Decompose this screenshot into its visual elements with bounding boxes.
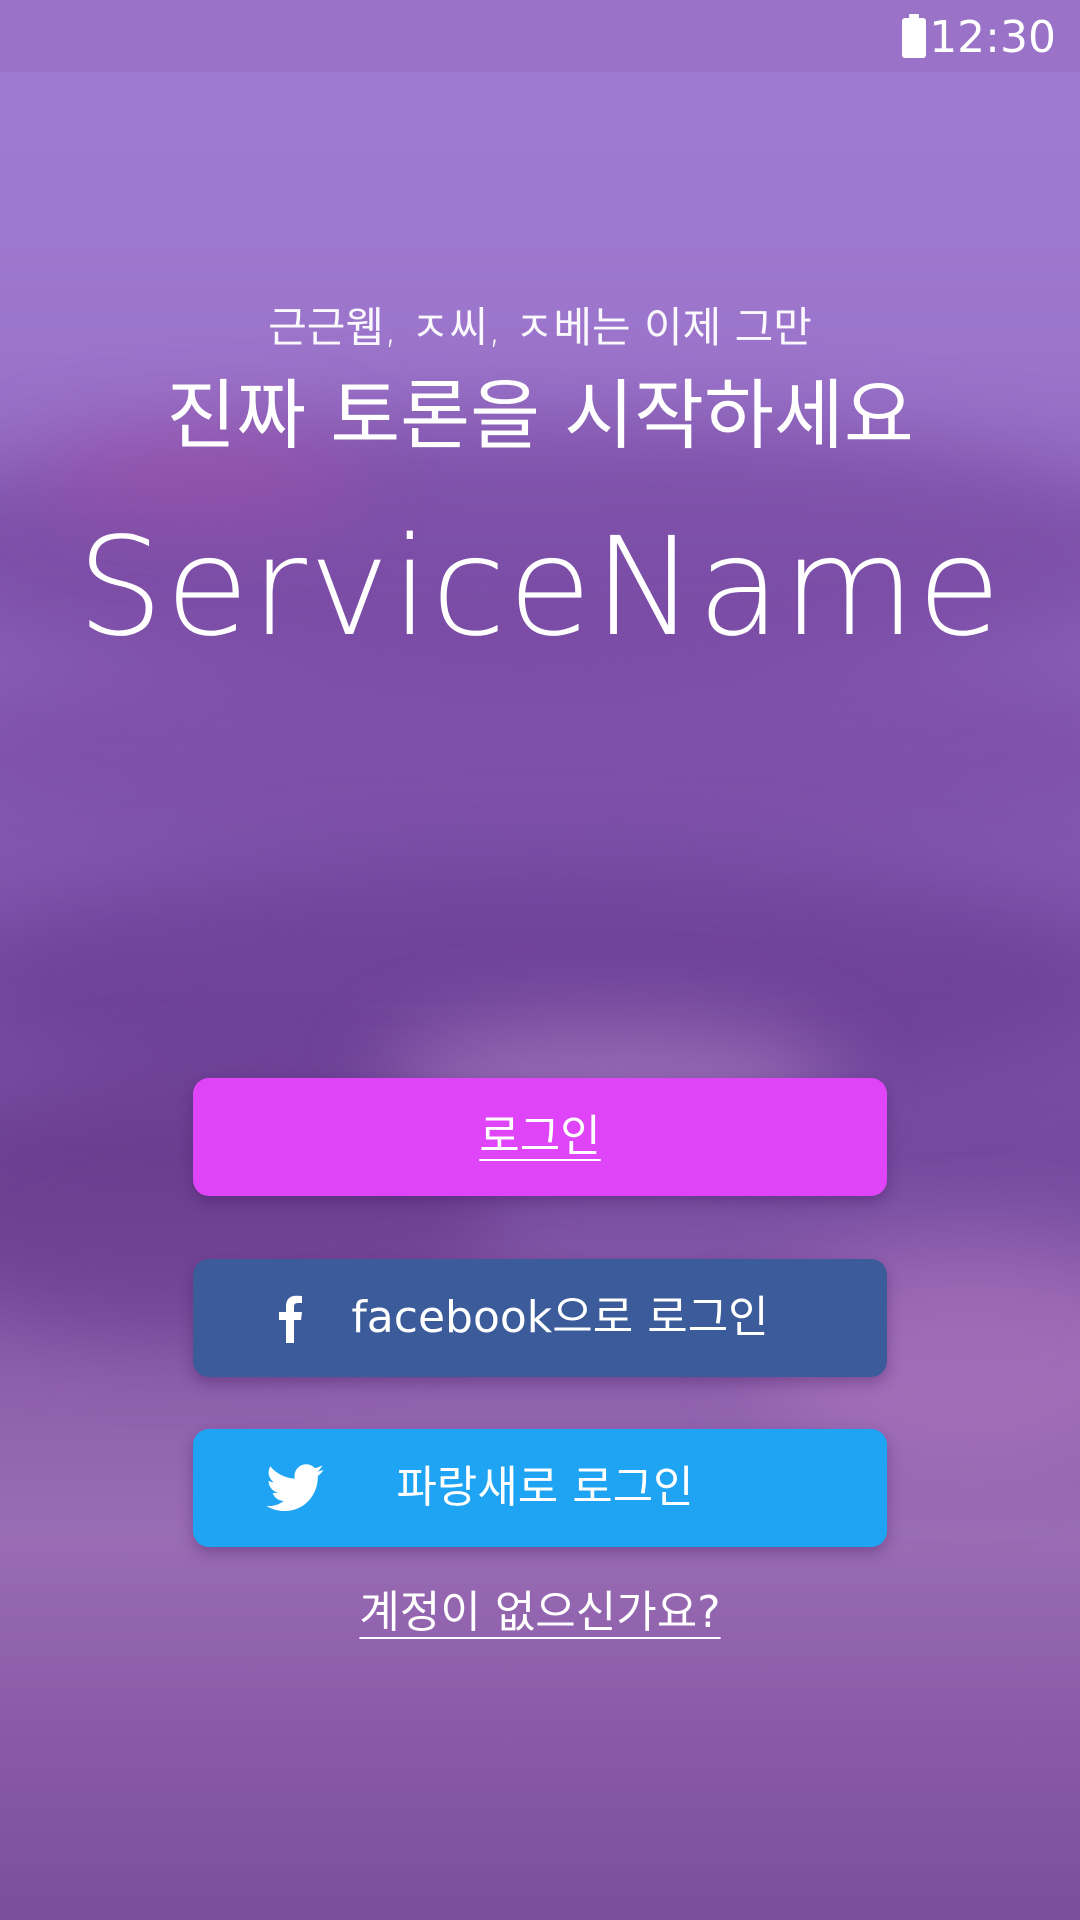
battery-icon [902,14,926,58]
service-name-logo: ServiceName [77,509,1003,667]
facebook-login-label: facebook으로 로그인 [351,1292,769,1343]
status-clock: 12:30 [929,12,1056,63]
status-bar: 12:30 [0,0,1080,72]
facebook-icon [273,1259,307,1377]
tagline-headline: 진짜 토론을 시작하세요 [166,371,914,460]
facebook-login-button[interactable]: facebook으로 로그인 [193,1259,887,1377]
signup-link-container: 계정이 없으신가요? [0,1585,1080,1641]
login-button-label: 로그인 [479,1111,601,1162]
tagline-subtitle: 근근웹, ㅈ씨, ㅈ베는 이제 그만 [268,303,812,352]
twitter-login-label: 파랑새로 로그인 [396,1462,694,1513]
twitter-bird-icon [265,1429,325,1547]
twitter-login-button[interactable]: 파랑새로 로그인 [193,1429,887,1547]
signup-link[interactable]: 계정이 없으신가요? [359,1587,720,1638]
login-button[interactable]: 로그인 [193,1078,887,1196]
login-screen: 근근웹, ㅈ씨, ㅈ베는 이제 그만 진짜 토론을 시작하세요 ServiceN… [0,0,1080,1920]
